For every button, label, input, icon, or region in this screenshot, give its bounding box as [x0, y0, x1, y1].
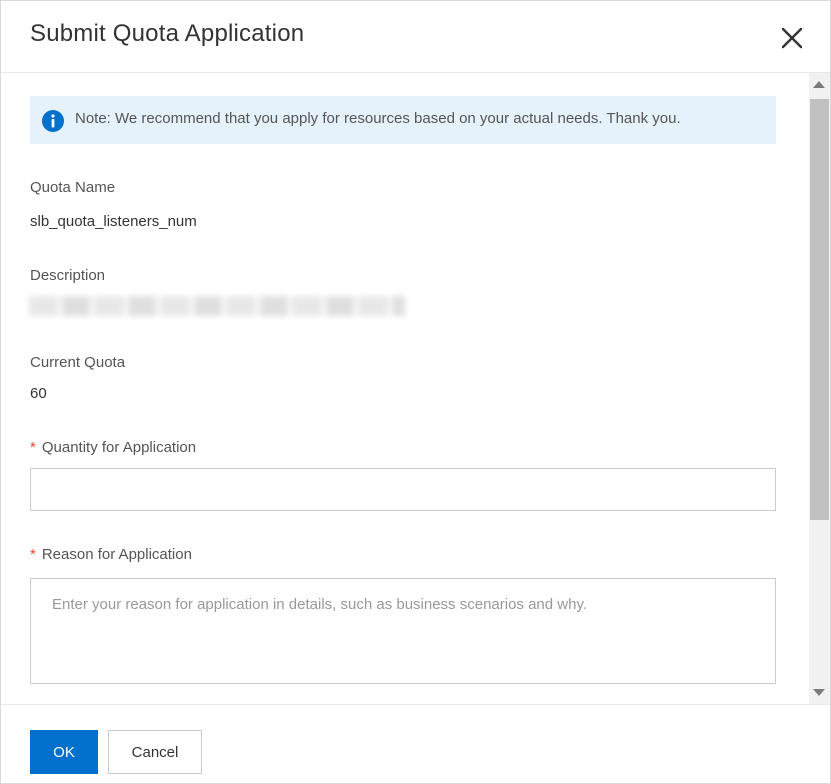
info-notice-text: Note: We recommend that you apply for re… [75, 110, 681, 127]
description-label: Description [30, 267, 106, 284]
required-mark: * [30, 439, 36, 456]
reason-label-text: Reason for Application [41, 546, 192, 563]
cancel-button[interactable]: Cancel [108, 730, 202, 774]
scrollbar-thumb[interactable] [810, 99, 829, 520]
quota-name-label: Quota Name [30, 179, 116, 196]
info-icon [42, 110, 64, 132]
dialog-header: Submit Quota Application [1, 1, 830, 73]
reason-textarea[interactable] [30, 578, 776, 684]
scroll-down-arrow-icon[interactable] [813, 689, 825, 696]
reason-label: * Reason for Application [30, 546, 192, 563]
current-quota-label: Current Quota [30, 354, 126, 371]
quantity-label: * Quantity for Application [30, 439, 196, 456]
quota-name-value: slb_quota_listeners_num [30, 213, 197, 230]
required-mark: * [30, 546, 36, 563]
scroll-up-arrow-icon[interactable] [813, 81, 825, 88]
current-quota-value: 60 [30, 385, 47, 402]
dialog-footer: OK Cancel [1, 704, 830, 783]
description-value-redacted [29, 296, 405, 316]
dialog-title: Submit Quota Application [30, 20, 305, 47]
quantity-label-text: Quantity for Application [41, 439, 197, 456]
quota-application-dialog: Submit Quota Application Note: We recomm… [0, 0, 831, 784]
info-notice: Note: We recommend that you apply for re… [30, 96, 776, 144]
quantity-input[interactable] [30, 468, 776, 511]
ok-button[interactable]: OK [30, 730, 98, 774]
dialog-body: Note: We recommend that you apply for re… [1, 73, 809, 704]
close-icon[interactable] [779, 25, 805, 51]
vertical-scrollbar[interactable] [809, 73, 830, 704]
